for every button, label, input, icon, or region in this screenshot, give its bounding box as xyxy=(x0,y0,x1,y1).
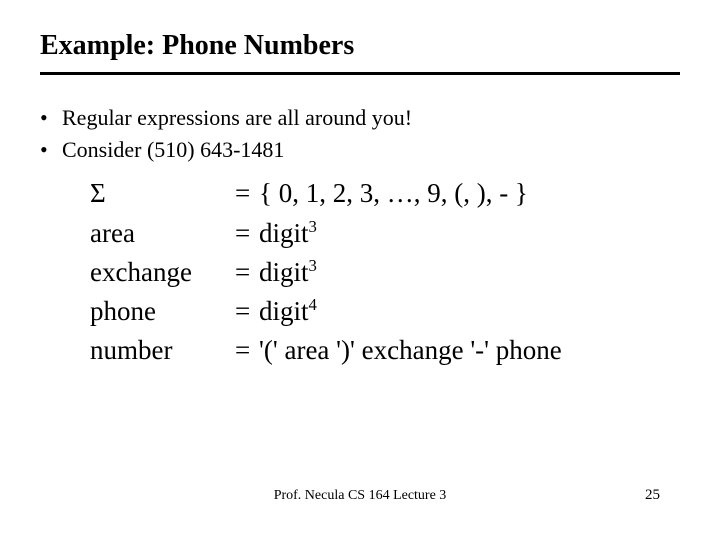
def-rhs: { 0, 1, 2, 3, …, 9, (, ), - } xyxy=(259,174,680,213)
def-rhs-sup: 3 xyxy=(309,256,317,275)
title-rule xyxy=(40,72,680,75)
footer-text: Prof. Necula CS 164 Lecture 3 xyxy=(274,488,447,504)
def-row-area: area = digit3 xyxy=(90,214,680,253)
def-rhs-sup: 3 xyxy=(309,217,317,236)
def-eq: = xyxy=(235,174,259,213)
def-rhs: '(' area ')' exchange '-' phone xyxy=(259,331,680,370)
def-rhs: digit4 xyxy=(259,292,680,331)
footer: Prof. Necula CS 164 Lecture 3 xyxy=(0,488,720,504)
bullet-item: Regular expressions are all around you! xyxy=(40,103,680,133)
def-row-sigma: Σ = { 0, 1, 2, 3, …, 9, (, ), - } xyxy=(90,174,680,213)
def-rhs-sup: 4 xyxy=(309,295,317,314)
def-rhs-base: digit xyxy=(259,296,309,326)
def-rhs-base: digit xyxy=(259,218,309,248)
bullet-list: Regular expressions are all around you! … xyxy=(40,103,680,164)
def-eq: = xyxy=(235,292,259,331)
def-lhs: Σ xyxy=(90,174,235,213)
slide-title: Example: Phone Numbers xyxy=(40,30,680,68)
def-row-number: number = '(' area ')' exchange '-' phone xyxy=(90,331,680,370)
def-lhs: exchange xyxy=(90,253,235,292)
def-row-exchange: exchange = digit3 xyxy=(90,253,680,292)
def-lhs: phone xyxy=(90,292,235,331)
def-rhs-base: digit xyxy=(259,257,309,287)
page-number: 25 xyxy=(645,487,660,504)
def-eq: = xyxy=(235,214,259,253)
def-eq: = xyxy=(235,253,259,292)
def-lhs: area xyxy=(90,214,235,253)
bullet-item: Consider (510) 643-1481 xyxy=(40,135,680,165)
def-row-phone: phone = digit4 xyxy=(90,292,680,331)
slide: Example: Phone Numbers Regular expressio… xyxy=(0,0,720,540)
def-lhs: number xyxy=(90,331,235,370)
def-rhs: digit3 xyxy=(259,253,680,292)
def-rhs: digit3 xyxy=(259,214,680,253)
def-eq: = xyxy=(235,331,259,370)
definitions: Σ = { 0, 1, 2, 3, …, 9, (, ), - } area =… xyxy=(90,174,680,370)
